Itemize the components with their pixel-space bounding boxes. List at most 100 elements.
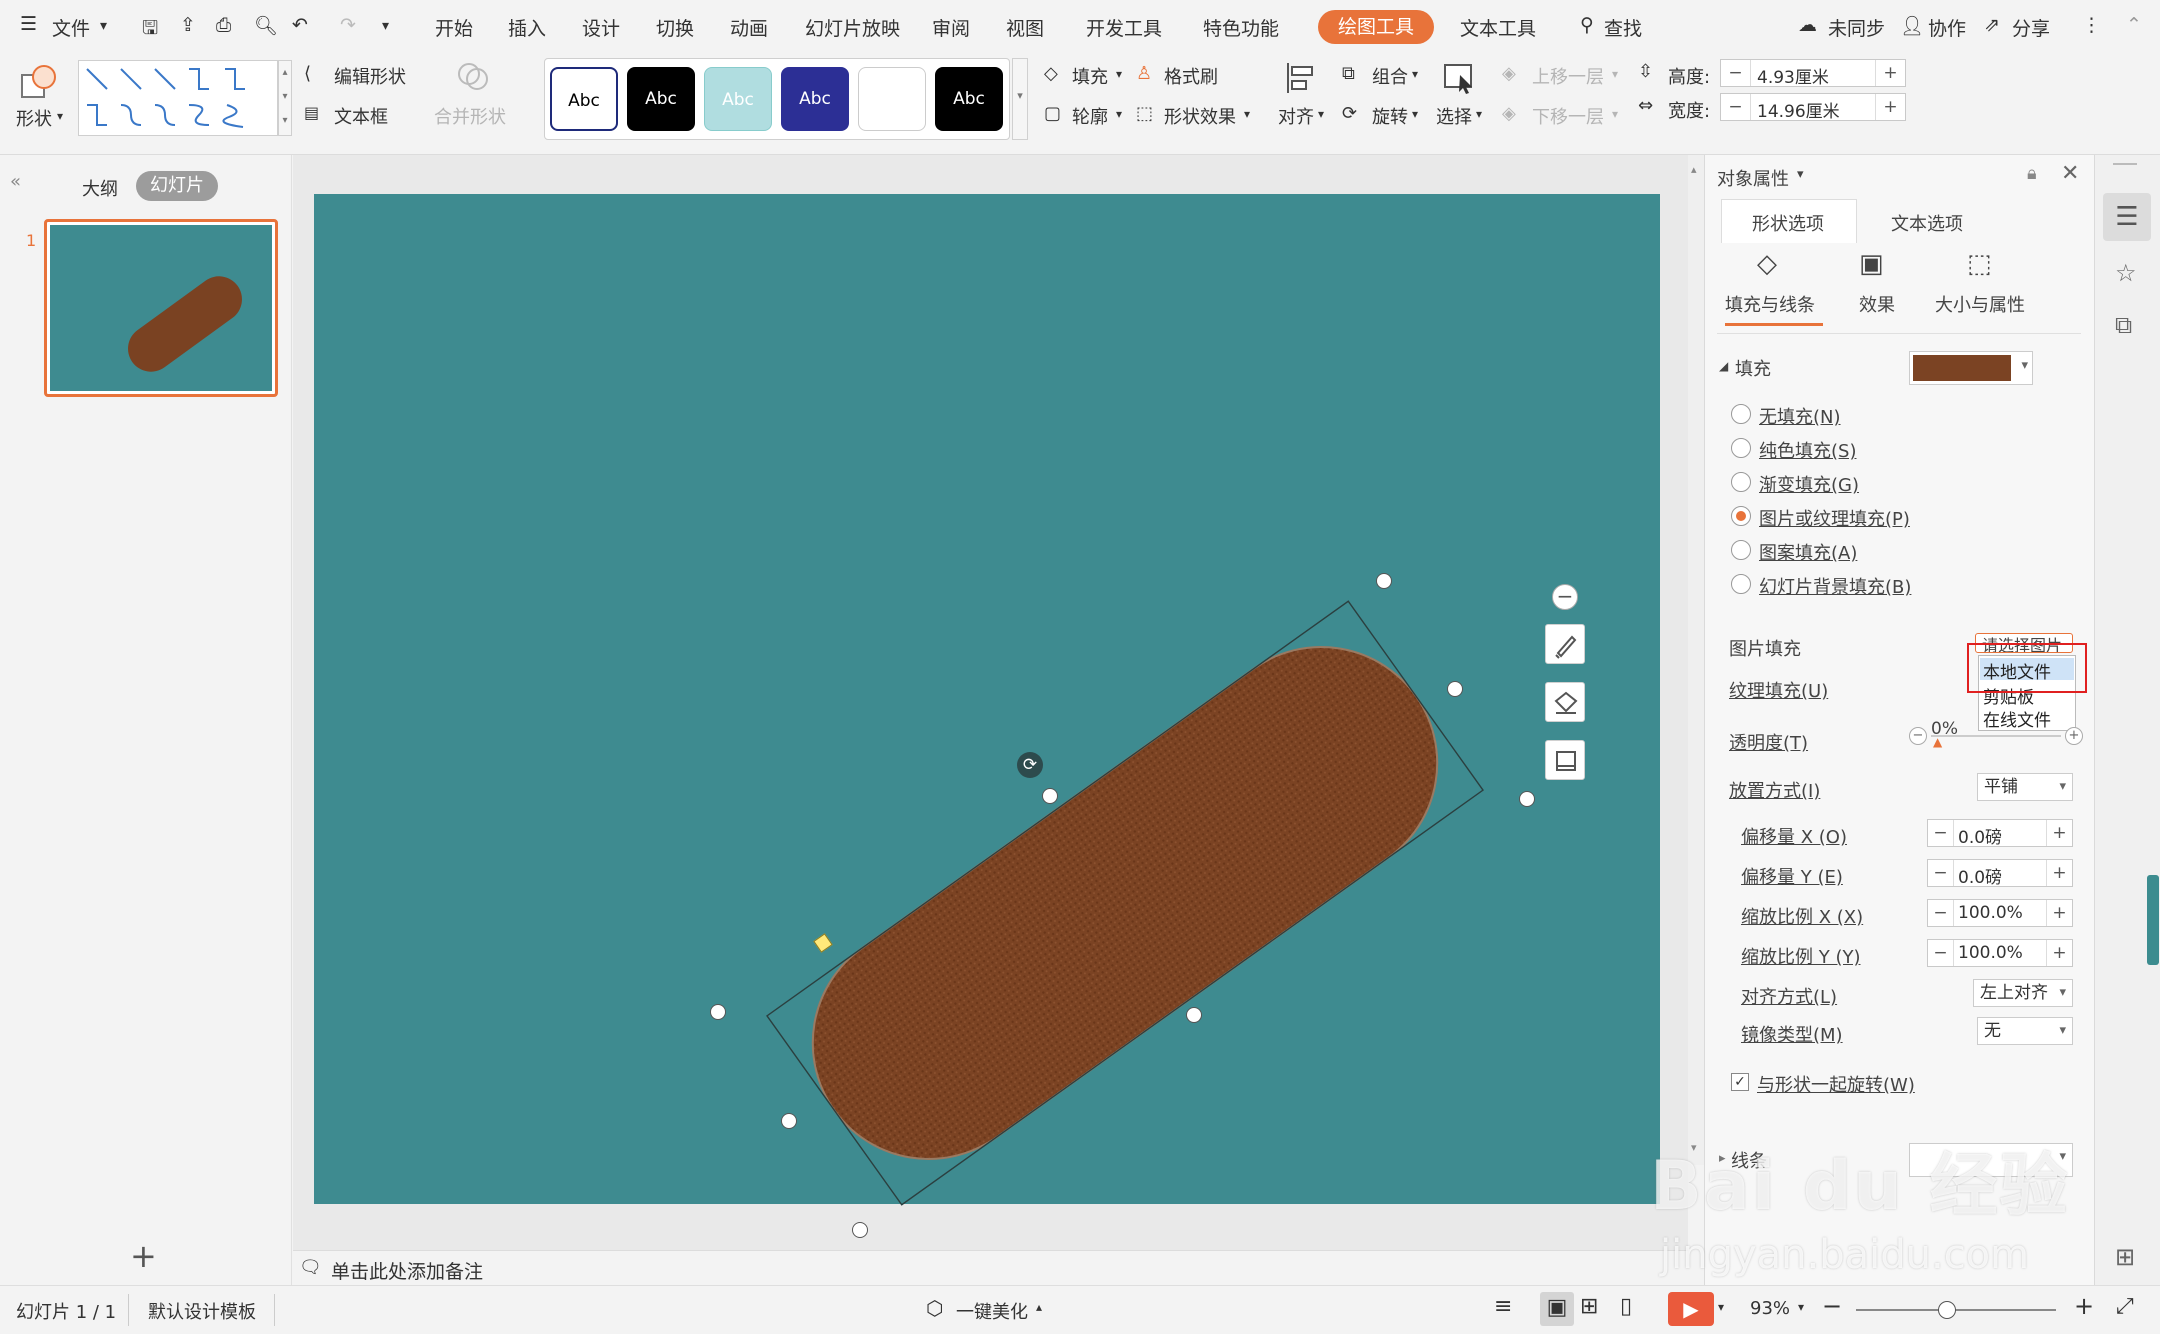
offset-x-increment-button[interactable]: + bbox=[2046, 820, 2072, 846]
offset-y-input[interactable]: − 0.0磅 + bbox=[1927, 859, 2073, 888]
zoom-level[interactable]: 93% bbox=[1750, 1298, 1790, 1319]
subtab-size[interactable]: 大小与属性 bbox=[1935, 291, 2025, 317]
fill-section-title[interactable]: 填充 bbox=[1735, 355, 1771, 381]
alignment-label: 对齐方式(L) bbox=[1741, 987, 1838, 1008]
offset-x-value[interactable]: 0.0磅 bbox=[1958, 823, 2002, 848]
zoom-dropdown-icon[interactable]: ▾ bbox=[1798, 1300, 1804, 1314]
reading-view-icon[interactable]: ▯ bbox=[1620, 1294, 1632, 1319]
rotate-with-shape-checkbox[interactable]: ✓ bbox=[1731, 1073, 1749, 1091]
float-minus-icon[interactable]: − bbox=[1552, 584, 1578, 610]
offset-y-value[interactable]: 0.0磅 bbox=[1958, 863, 2002, 888]
sidebar-indicator bbox=[2147, 875, 2159, 965]
rotate-handle-icon[interactable]: ⟳ bbox=[1017, 752, 1043, 778]
notes-placeholder[interactable]: 单击此处添加备注 bbox=[331, 1257, 483, 1284]
rotate-with-shape-label[interactable]: 与形状一起旋转(W) bbox=[1757, 1071, 1915, 1097]
highlight-annotation-box bbox=[1967, 643, 2087, 693]
dropdown-item-online-file[interactable]: 在线文件 bbox=[1983, 706, 2051, 731]
radio-pattern-fill[interactable] bbox=[1731, 540, 1751, 560]
fill-preview-dropdown[interactable]: ▾ bbox=[1909, 351, 2033, 385]
scale-x-input[interactable]: − 100.0% + bbox=[1927, 899, 2073, 927]
subtab-fill-line[interactable]: 填充与线条 bbox=[1725, 291, 1815, 317]
option-no-fill[interactable]: 无填充(N) bbox=[1759, 403, 1841, 429]
float-fill-button[interactable] bbox=[1545, 682, 1585, 722]
play-dropdown-icon[interactable]: ▾ bbox=[1718, 1300, 1724, 1314]
resize-handle-top-mid[interactable] bbox=[1042, 788, 1058, 804]
offset-x-label: 偏移量 X (O) bbox=[1741, 827, 1847, 848]
texture-fill-label: 纹理填充(U) bbox=[1729, 681, 1829, 702]
notes-toggle-icon[interactable]: ≡ bbox=[1494, 1294, 1512, 1319]
rounded-rect-shape[interactable] bbox=[767, 601, 1483, 1204]
canvas-scrollbar[interactable]: ▴ ▾ bbox=[1688, 155, 1704, 1165]
zoom-out-icon[interactable]: − bbox=[1822, 1292, 1842, 1320]
alignment-select[interactable]: 左上对齐 bbox=[1973, 979, 2073, 1007]
float-frame-button[interactable] bbox=[1545, 740, 1585, 780]
offset-y-increment-button[interactable]: + bbox=[2046, 860, 2072, 886]
zoom-slider-thumb[interactable] bbox=[1938, 1301, 1956, 1319]
scale-x-label: 缩放比例 X (X) bbox=[1741, 907, 1864, 928]
property-settings-icon[interactable]: ☰ bbox=[2103, 193, 2151, 241]
fill-collapse-icon[interactable]: ◢ bbox=[1719, 359, 1728, 373]
tab-text-options[interactable]: 文本选项 bbox=[1891, 210, 1963, 236]
notes-bar[interactable]: 🗨︎ 单击此处添加备注 bbox=[293, 1250, 1688, 1285]
resize-handle-left[interactable] bbox=[710, 1004, 726, 1020]
scale-y-value[interactable]: 100.0% bbox=[1958, 943, 2023, 963]
resize-handle-bottom-left[interactable] bbox=[781, 1113, 797, 1129]
close-panel-icon[interactable]: ✕ bbox=[2061, 161, 2079, 186]
beautify-dropdown-icon[interactable]: ▴ bbox=[1036, 1300, 1042, 1314]
radio-slide-bg-fill[interactable] bbox=[1731, 574, 1751, 594]
subtab-effect[interactable]: 效果 bbox=[1859, 291, 1895, 317]
resize-handle-bottom[interactable] bbox=[852, 1222, 868, 1238]
brush-icon bbox=[1555, 635, 1577, 659]
option-solid-fill[interactable]: 纯色填充(S) bbox=[1759, 437, 1856, 463]
resize-handle-right[interactable] bbox=[1519, 791, 1535, 807]
mirror-select[interactable]: 无 bbox=[1977, 1017, 2073, 1045]
zoom-in-icon[interactable]: + bbox=[2074, 1292, 2094, 1320]
transparency-increment-button[interactable]: + bbox=[2065, 727, 2083, 745]
mirror-label: 镜像类型(M) bbox=[1741, 1025, 1843, 1046]
panel-title[interactable]: 对象属性 bbox=[1717, 165, 1789, 191]
normal-view-icon[interactable]: ▣ bbox=[1540, 1292, 1574, 1326]
placement-select[interactable]: 平铺 bbox=[1977, 773, 2073, 801]
pin-icon[interactable]: ☆ bbox=[2115, 259, 2137, 287]
resize-handle-top[interactable] bbox=[1376, 573, 1392, 589]
scale-y-input[interactable]: − 100.0% + bbox=[1927, 939, 2073, 967]
scale-x-value[interactable]: 100.0% bbox=[1958, 903, 2023, 923]
offset-x-input[interactable]: − 0.0磅 + bbox=[1927, 819, 2073, 848]
panel-title-dropdown-icon[interactable]: ▾ bbox=[1797, 167, 1804, 182]
radio-gradient-fill[interactable] bbox=[1731, 472, 1751, 492]
offset-y-decrement-button[interactable]: − bbox=[1928, 860, 1954, 886]
beautify-button[interactable]: 一键美化 bbox=[956, 1298, 1028, 1324]
scale-y-decrement-button[interactable]: − bbox=[1928, 940, 1954, 966]
notes-icon: 🗨︎ bbox=[299, 1257, 322, 1278]
template-name[interactable]: 默认设计模板 bbox=[148, 1298, 256, 1324]
radio-solid-fill[interactable] bbox=[1731, 438, 1751, 458]
scale-x-increment-button[interactable]: + bbox=[2046, 900, 2072, 926]
fit-window-icon[interactable]: ⤢ bbox=[2116, 1294, 2134, 1319]
offset-x-decrement-button[interactable]: − bbox=[1928, 820, 1954, 846]
resize-handle-bottom-mid[interactable] bbox=[1186, 1007, 1202, 1023]
zoom-slider[interactable] bbox=[1856, 1309, 2056, 1311]
picture-fill-label: 图片填充 bbox=[1729, 639, 1801, 660]
option-pattern-fill[interactable]: 图案填充(A) bbox=[1759, 539, 1857, 565]
fill-preview-swatch bbox=[1913, 355, 2011, 381]
option-slide-bg-fill[interactable]: 幻灯片背景填充(B) bbox=[1759, 573, 1911, 599]
object-properties-panel: 对象属性 ▾ 🔒︎ ✕ 形状选项 文本选项 ◇ 填充与线条 ▣ 效果 ⬚ 大小与… bbox=[1704, 155, 2094, 1285]
resize-handle-top-right[interactable] bbox=[1447, 681, 1463, 697]
size-icon: ⬚ bbox=[1967, 249, 1992, 279]
sorter-view-icon[interactable]: ⊞ bbox=[1580, 1294, 1598, 1319]
play-slideshow-icon[interactable]: ▶ bbox=[1668, 1292, 1714, 1326]
radio-picture-texture-fill[interactable] bbox=[1731, 506, 1751, 526]
tab-shape-options[interactable]: 形状选项 bbox=[1721, 199, 1857, 243]
divider bbox=[1717, 333, 2081, 334]
scale-x-decrement-button[interactable]: − bbox=[1928, 900, 1954, 926]
float-brush-button[interactable] bbox=[1545, 624, 1585, 664]
scroll-up-icon[interactable]: ▴ bbox=[1691, 163, 1697, 176]
option-gradient-fill[interactable]: 渐变填充(G) bbox=[1759, 471, 1859, 497]
apps-grid-icon[interactable]: ⊞ bbox=[2115, 1243, 2135, 1271]
scale-y-increment-button[interactable]: + bbox=[2046, 940, 2072, 966]
transparency-decrement-button[interactable]: − bbox=[1909, 727, 1927, 745]
copy-icon[interactable]: ⧉ bbox=[2115, 311, 2132, 339]
option-picture-texture-fill[interactable]: 图片或纹理填充(P) bbox=[1759, 505, 1910, 531]
lock-icon[interactable]: 🔒︎ bbox=[2027, 163, 2037, 184]
radio-no-fill[interactable] bbox=[1731, 404, 1751, 424]
